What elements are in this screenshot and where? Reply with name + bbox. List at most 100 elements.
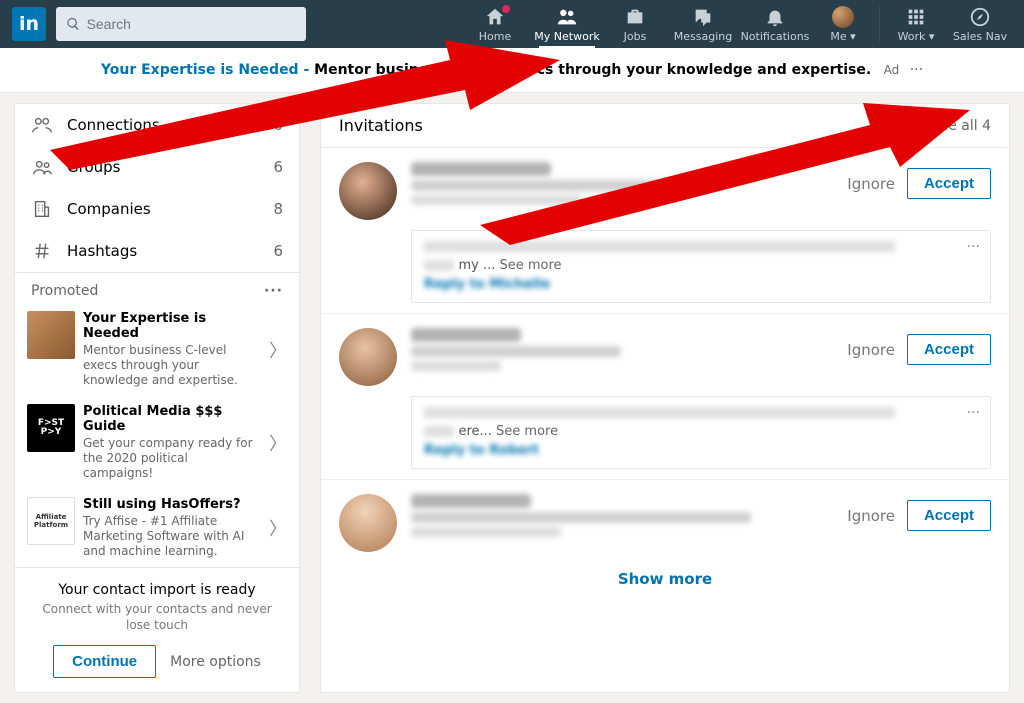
blurred-headline bbox=[411, 180, 671, 191]
blurred-message-line bbox=[424, 260, 454, 271]
nav-label: Messaging bbox=[674, 30, 732, 43]
compass-icon bbox=[969, 6, 991, 28]
chevron-right-icon: 〉 bbox=[269, 515, 287, 541]
message-menu-icon[interactable]: ··· bbox=[967, 239, 980, 255]
nav-jobs[interactable]: Jobs bbox=[603, 0, 667, 48]
blurred-message-line bbox=[424, 407, 895, 418]
promo-desc: Try Affise - #1 Affiliate Marketing Soft… bbox=[83, 514, 261, 559]
accept-button[interactable]: Accept bbox=[907, 334, 991, 365]
promo-item[interactable]: Affiliate Platform Still using HasOffers… bbox=[15, 489, 299, 567]
connections-icon bbox=[31, 114, 53, 136]
reply-link[interactable]: Reply to Michelle bbox=[424, 277, 978, 292]
nav-messaging[interactable]: Messaging bbox=[667, 0, 739, 48]
hashtag-icon bbox=[31, 240, 53, 262]
ignore-button[interactable]: Ignore bbox=[847, 341, 895, 359]
company-icon bbox=[31, 198, 53, 220]
sidebar-label: Connections bbox=[67, 116, 240, 134]
sidebar-count: 6 bbox=[273, 158, 283, 176]
nav-items: Home My Network Jobs Messaging Notificat… bbox=[459, 0, 1012, 48]
message-tail: ere... See more bbox=[458, 424, 558, 439]
see-all-link[interactable]: See all 4 bbox=[931, 118, 991, 134]
continue-button[interactable]: Continue bbox=[53, 645, 156, 678]
blurred-mutual bbox=[411, 361, 501, 371]
ad-link[interactable]: Your Expertise is Needed - bbox=[101, 62, 314, 78]
sidebar-label: Companies bbox=[67, 200, 273, 218]
blurred-name bbox=[411, 328, 521, 342]
invitation-item: Ignore Accept bbox=[321, 480, 1009, 556]
avatar[interactable] bbox=[339, 328, 397, 386]
invitations-panel: Invitations See all 4 Ignore Accept ··· bbox=[320, 103, 1010, 693]
nav-label: Sales Nav bbox=[953, 30, 1007, 43]
sidebar-groups[interactable]: Groups 6 bbox=[15, 146, 299, 188]
bell-icon bbox=[764, 6, 786, 28]
sidebar-label: Hashtags bbox=[67, 242, 273, 260]
nav-work[interactable]: Work ▾ bbox=[884, 0, 948, 48]
promo-title: Political Media $$$ Guide bbox=[83, 404, 261, 434]
ignore-button[interactable]: Ignore bbox=[847, 175, 895, 193]
ad-menu-icon[interactable]: ··· bbox=[910, 62, 923, 78]
invitation-message-box: ··· ere... See more Reply to Robert bbox=[411, 396, 991, 469]
nav-sales-nav[interactable]: Sales Nav bbox=[948, 0, 1012, 48]
nav-label: Home bbox=[479, 30, 511, 43]
notification-badge-icon bbox=[501, 4, 511, 14]
search-icon bbox=[66, 16, 81, 32]
avatar[interactable] bbox=[339, 494, 397, 552]
promo-item[interactable]: F>ST P>Y Political Media $$$ Guide Get y… bbox=[15, 396, 299, 489]
grid-icon bbox=[905, 6, 927, 28]
search-box[interactable] bbox=[56, 7, 306, 41]
ignore-button[interactable]: Ignore bbox=[847, 507, 895, 525]
promo-image: F>ST P>Y bbox=[27, 404, 75, 452]
sidebar-hashtags[interactable]: Hashtags 6 bbox=[15, 230, 299, 272]
invitations-title: Invitations bbox=[339, 116, 423, 135]
nav-label: Notifications bbox=[741, 30, 810, 43]
see-more-link[interactable]: See more bbox=[496, 424, 558, 439]
avatar-icon bbox=[832, 6, 854, 28]
groups-icon bbox=[31, 156, 53, 178]
ad-tag: Ad bbox=[884, 63, 900, 77]
promo-image: Affiliate Platform bbox=[27, 497, 75, 545]
sidebar-connections[interactable]: Connections 1,060 bbox=[15, 104, 299, 146]
blurred-mutual bbox=[411, 527, 561, 537]
promo-title: Still using HasOffers? bbox=[83, 497, 261, 512]
show-more-button[interactable]: Show more bbox=[321, 556, 1009, 602]
nav-label: Me ▾ bbox=[830, 30, 855, 43]
linkedin-logo[interactable]: in bbox=[12, 7, 46, 41]
chevron-right-icon: 〉 bbox=[269, 430, 287, 456]
nav-notifications[interactable]: Notifications bbox=[739, 0, 811, 48]
invitation-item: Ignore Accept ··· ere... See more Reply … bbox=[321, 314, 1009, 480]
nav-me[interactable]: Me ▾ bbox=[811, 0, 875, 48]
nav-label: Work ▾ bbox=[898, 30, 935, 43]
sidebar-label: Groups bbox=[67, 158, 273, 176]
promo-desc: Mentor business C-level execs through yo… bbox=[83, 343, 261, 388]
nav-label: My Network bbox=[534, 30, 599, 43]
top-nav: in Home My Network Jobs Messaging Notifi… bbox=[0, 0, 1024, 48]
ad-text: Mentor business C-level execs through yo… bbox=[314, 62, 871, 78]
reply-link[interactable]: Reply to Robert bbox=[424, 443, 978, 458]
promoted-label: Promoted bbox=[31, 283, 98, 299]
see-more-link[interactable]: See more bbox=[499, 258, 561, 273]
contact-import-card: Your contact import is ready Connect wit… bbox=[15, 568, 299, 692]
promo-item[interactable]: Your Expertise is Needed Mentor business… bbox=[15, 303, 299, 396]
accept-button[interactable]: Accept bbox=[907, 500, 991, 531]
import-title: Your contact import is ready bbox=[31, 582, 283, 598]
briefcase-icon bbox=[624, 6, 646, 28]
sidebar-companies[interactable]: Companies 8 bbox=[15, 188, 299, 230]
blurred-headline bbox=[411, 512, 751, 523]
nav-divider bbox=[879, 6, 880, 42]
blurred-message-line bbox=[424, 426, 454, 437]
message-menu-icon[interactable]: ··· bbox=[967, 405, 980, 421]
nav-home[interactable]: Home bbox=[459, 0, 531, 48]
ad-bar: Your Expertise is Needed - Mentor busine… bbox=[0, 48, 1024, 93]
accept-button[interactable]: Accept bbox=[907, 168, 991, 199]
promo-image bbox=[27, 311, 75, 359]
people-icon bbox=[556, 6, 578, 28]
sidebar-count: 1,060 bbox=[240, 116, 283, 134]
promoted-menu-icon[interactable]: ··· bbox=[264, 283, 283, 299]
sidebar-count: 8 bbox=[273, 200, 283, 218]
search-input[interactable] bbox=[87, 16, 296, 32]
more-options-link[interactable]: More options bbox=[170, 654, 261, 670]
avatar[interactable] bbox=[339, 162, 397, 220]
nav-my-network[interactable]: My Network bbox=[531, 0, 603, 48]
chevron-right-icon: 〉 bbox=[269, 337, 287, 363]
blurred-headline bbox=[411, 346, 621, 357]
